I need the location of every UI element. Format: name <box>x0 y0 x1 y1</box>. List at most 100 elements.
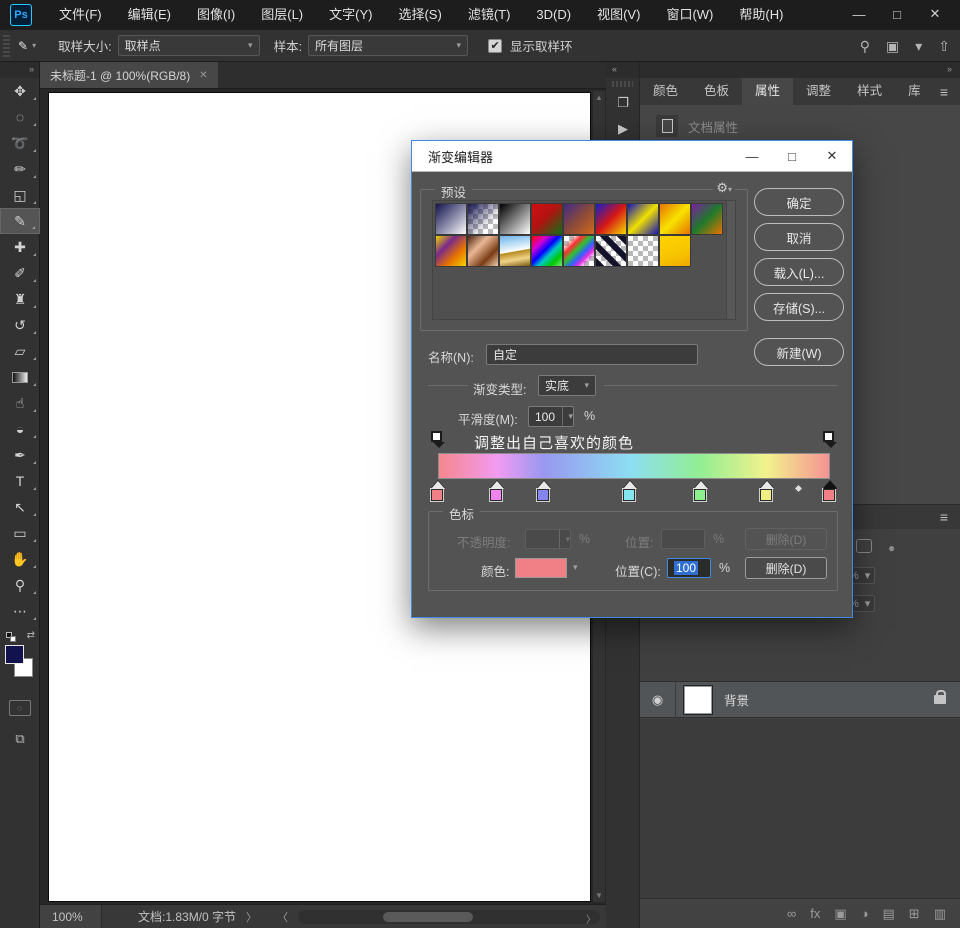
rectangle-tool[interactable]: ▭ <box>0 520 40 546</box>
smoothness-input[interactable]: 100 ▾ <box>528 406 574 427</box>
edit-toolbar[interactable]: ⋯ <box>0 598 40 624</box>
sample-size-select[interactable]: 取样点 ▾ <box>118 35 260 56</box>
document-tab[interactable]: 未标题-1 @ 100%(RGB/8) ✕ <box>40 62 218 88</box>
share-icon[interactable]: ⇧ <box>938 38 950 55</box>
layer-thumbnail[interactable] <box>684 686 712 714</box>
type-tool[interactable]: T <box>0 468 40 494</box>
show-sampling-ring-checkbox[interactable]: ✔ <box>488 39 502 53</box>
crop-tool[interactable]: ◱ <box>0 182 40 208</box>
menu-item-i[interactable]: 图像(I) <box>184 0 248 30</box>
search-icon[interactable]: ⚲ <box>860 38 870 55</box>
panel-tab-调整[interactable]: 调整 <box>793 78 844 105</box>
gradient-type-select[interactable]: 实底 ▾ <box>538 375 596 396</box>
chevron-down-icon[interactable]: ▾ <box>573 562 578 573</box>
menu-item-dd[interactable]: 3D(D) <box>523 0 584 30</box>
save-button[interactable]: 存储(S)... <box>754 293 844 321</box>
preset-blue-yellow-blue[interactable] <box>627 203 659 235</box>
layer-mask-icon[interactable]: ▣ <box>834 906 846 922</box>
menu-item-w[interactable]: 窗口(W) <box>653 0 726 30</box>
dodge-tool[interactable]: ◒ <box>0 416 40 442</box>
eraser-tool[interactable]: ▱ <box>0 338 40 364</box>
stop-color-swatch[interactable] <box>515 558 567 578</box>
gradient-midpoint-diamond[interactable] <box>793 484 803 494</box>
layer-effects-icon[interactable]: fx <box>810 906 820 921</box>
presets-scrollbar[interactable] <box>726 201 735 319</box>
foreground-color-swatch[interactable] <box>5 645 24 664</box>
eyedropper-tool[interactable]: ✎ <box>0 208 40 234</box>
layer-visibility-eye-icon[interactable]: ◉ <box>640 681 676 718</box>
preset-foreground-to-background[interactable] <box>435 203 467 235</box>
hand-tool[interactable]: ✋ <box>0 546 40 572</box>
scroll-up-icon[interactable]: ▲ <box>595 93 603 102</box>
screen-mode-button[interactable]: ⧉ <box>0 726 40 752</box>
opacity-stop-0[interactable] <box>431 431 444 451</box>
preset-custom-yellow[interactable] <box>659 235 691 267</box>
preset-red-to-green[interactable] <box>531 203 563 235</box>
panel-tab-库[interactable]: 库 <box>895 78 934 105</box>
preset-foreground-to-transparent[interactable] <box>467 203 499 235</box>
lock-icon[interactable] <box>856 539 872 553</box>
toolbar-collapse[interactable]: » <box>0 62 39 78</box>
delete-layer-icon[interactable]: ▥ <box>934 906 946 922</box>
panel-menu-icon[interactable]: ≡ <box>940 84 948 100</box>
active-tool-preview[interactable]: ✎ ▾ <box>18 39 36 53</box>
scroll-left-icon[interactable]: 〈 <box>277 909 288 925</box>
smudge-tool[interactable]: ☝ <box>0 390 40 416</box>
preset-yellow-violet-orange-yellow[interactable] <box>435 235 467 267</box>
dialog-close-button[interactable]: ✕ <box>812 141 852 172</box>
opacity-stop-100[interactable] <box>823 431 836 451</box>
cancel-button[interactable]: 取消 <box>754 223 844 251</box>
default-colors-icon[interactable] <box>6 632 17 642</box>
layer-row-background[interactable]: ◉ 背景 <box>640 681 960 718</box>
tab-close-icon[interactable]: ✕ <box>199 70 207 81</box>
panel-tab-颜色[interactable]: 颜色 <box>640 78 691 105</box>
sample-select[interactable]: 所有图层 ▾ <box>308 35 468 56</box>
new-layer-icon[interactable]: ⊞ <box>909 906 920 922</box>
scroll-right-icon[interactable]: 〉 <box>586 911 596 926</box>
dialog-maximize-button[interactable]: □ <box>772 141 812 172</box>
menu-item-s[interactable]: 选择(S) <box>385 0 454 30</box>
presets-menu[interactable]: ⚙▾ <box>713 180 735 196</box>
preset-transparent[interactable] <box>627 235 659 267</box>
panel-menu-icon[interactable]: ≡ <box>940 509 948 525</box>
clone-stamp-tool[interactable]: ♜ <box>0 286 40 312</box>
gradient-tool[interactable] <box>0 364 40 390</box>
pen-tool[interactable]: ✒ <box>0 442 40 468</box>
ok-button[interactable]: 确定 <box>754 188 844 216</box>
collapsed-panel-icon[interactable]: ❐ <box>606 90 640 116</box>
workspace-icon[interactable]: ▣ <box>886 38 899 55</box>
preset-copper[interactable] <box>467 235 499 267</box>
lasso-tool[interactable]: ➰ <box>0 130 40 156</box>
path-selection-tool[interactable]: ↖ <box>0 494 40 520</box>
history-brush-tool[interactable]: ↺ <box>0 312 40 338</box>
marquee-tool[interactable]: ◌ <box>0 104 40 130</box>
color-stop-0[interactable] <box>431 481 445 503</box>
preset-transparent-stripes[interactable] <box>595 235 627 267</box>
quick-selection-tool[interactable]: ✏ <box>0 156 40 182</box>
close-button[interactable]: ✕ <box>916 0 954 28</box>
color-stop-49[interactable] <box>623 481 637 503</box>
menu-item-v[interactable]: 视图(V) <box>584 0 653 30</box>
dock-expand[interactable]: « <box>606 62 639 78</box>
preset-violet-to-orange[interactable] <box>563 203 595 235</box>
panel-tab-属性[interactable]: 属性 <box>742 78 793 105</box>
dialog-minimize-button[interactable]: — <box>732 141 772 172</box>
load-button[interactable]: 载入(L)... <box>754 258 844 286</box>
color-stop-27[interactable] <box>537 481 551 503</box>
panel-tab-色板[interactable]: 色板 <box>691 78 742 105</box>
chevron-down-icon[interactable]: ▾ <box>915 38 922 55</box>
menu-item-e[interactable]: 编辑(E) <box>115 0 184 30</box>
dialog-title-bar[interactable]: 渐变编辑器 —□✕ <box>412 141 852 172</box>
adjustment-layer-icon[interactable]: ◑ <box>861 906 869 921</box>
layer-group-icon[interactable]: ▤ <box>883 906 895 922</box>
move-tool[interactable]: ✥ <box>0 78 40 104</box>
panel-tab-样式[interactable]: 样式 <box>844 78 895 105</box>
preset-spectrum[interactable] <box>531 235 563 267</box>
minimize-button[interactable]: — <box>840 0 878 28</box>
document-properties-row[interactable]: 文档属性 <box>640 115 960 137</box>
preset-blue-red-yellow[interactable] <box>595 203 627 235</box>
preset-black-to-white[interactable] <box>499 203 531 235</box>
brush-tool[interactable]: ✐ <box>0 260 40 286</box>
swap-colors-icon[interactable]: ⇄ <box>27 630 35 641</box>
zoom-tool[interactable]: ⚲ <box>0 572 40 598</box>
